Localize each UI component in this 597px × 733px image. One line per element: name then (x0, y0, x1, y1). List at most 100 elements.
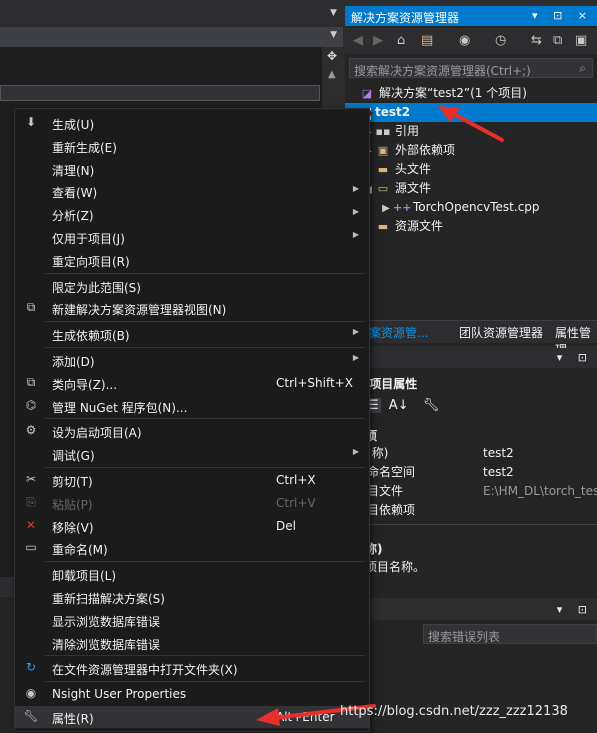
menu-item-3[interactable]: 查看(W) ▶ (15, 180, 369, 202)
menu-item-13[interactable]: 添加(D) ▶ (15, 349, 369, 371)
solution-search-input[interactable]: 搜索解决方案资源管理器(Ctrl+;) ⌕ (349, 58, 593, 78)
menu-item-4[interactable]: 分析(Z) ▶ (15, 203, 369, 225)
pending-changes-icon[interactable]: ⇆ (531, 33, 542, 48)
menu-item-label: 移除(V) (52, 520, 94, 535)
tree-item-cpp-file[interactable]: ▶ ++ TorchOpencvTest.cpp (379, 198, 539, 218)
property-row[interactable]: 项目依赖项 (345, 501, 597, 520)
menu-item-28[interactable]: 清除浏览数据库错误 (15, 632, 369, 654)
submenu-arrow-icon: ▶ (352, 230, 359, 239)
alphabetical-icon[interactable]: A↓ (389, 398, 409, 413)
menu-item-label: 生成依赖项(B) (52, 329, 130, 344)
home-icon[interactable]: ⌂ (397, 33, 405, 48)
switch-views-icon[interactable]: ▤ (421, 33, 433, 48)
submenu-arrow-icon: ▶ (352, 184, 359, 194)
menu-item-30[interactable]: ↻ 在文件资源管理器中打开文件夹(X) (15, 657, 369, 679)
menu-item-label: 属性(R) (52, 712, 94, 726)
menu-item-23[interactable]: ▭ 重命名(M) (15, 537, 369, 559)
scroll-up-icon[interactable]: ▲ (328, 69, 336, 80)
panel-window-icons[interactable]: ▾ ⊡ (557, 351, 593, 364)
menu-item-9[interactable]: ⧉ 新建解决方案资源管理器视图(N) (15, 297, 369, 319)
property-row[interactable]: (名称) test2 (345, 444, 597, 463)
editor-tab-bar: ▼ (0, 27, 343, 47)
menu-item-label: 重新生成(E) (52, 140, 117, 155)
solution-explorer-title-bar: 解决方案资源管理器 ▾ ⊡ × (345, 6, 597, 26)
menu-item-label: 调试(G) (52, 449, 95, 464)
menu-item-8[interactable]: 限定为此范围(S) (15, 275, 369, 297)
history-icon[interactable]: ◷ (495, 33, 506, 48)
property-value[interactable]: test2 (483, 444, 514, 463)
folder-open-icon: ▭ (377, 182, 389, 195)
tree-item-label: 头文件 (395, 162, 432, 176)
menu-item-shortcut: Ctrl+Shift+X (276, 375, 353, 390)
folder-icon: ▬ (377, 220, 389, 233)
tree-item-source-files[interactable]: ◢▭源文件 (361, 179, 431, 198)
menu-item-shortcut: Ctrl+X (276, 473, 316, 487)
error-list-title-bar: ▾ ⊡ (345, 600, 597, 620)
folder-icon: ▬ (377, 163, 389, 176)
new-view-icon: ⧉ (26, 300, 36, 315)
show-all-files-icon[interactable]: ▣ (575, 33, 587, 48)
title-strip (0, 0, 343, 27)
panel-title: 解决方案资源管理器 (351, 11, 460, 25)
search-icon[interactable]: ⌕ (579, 61, 586, 76)
menu-item-20[interactable]: ✂ 剪切(T) Ctrl+X (15, 469, 369, 491)
tree-item-label: 解决方案“test2”(1 个项目) (379, 86, 527, 100)
build-icon: ⬇ (25, 115, 37, 129)
menu-item-22[interactable]: ✕ 移除(V) Del (15, 515, 369, 537)
menu-item-label: 清理(N) (52, 163, 95, 178)
error-search-input[interactable]: 搜索错误列表 (423, 624, 597, 644)
menu-separator (45, 681, 365, 683)
property-row[interactable]: 根命名空间 test2 (345, 463, 597, 482)
menu-item-18[interactable]: 调试(G) ▶ (15, 443, 369, 465)
solution-explorer-panel: 解决方案资源管理器 ▾ ⊡ × ◀ ▶ ⌂ ▤ ◉ ◷ ⇆ ⧉ ▣ 搜索解决方案… (345, 6, 597, 346)
menu-item-1[interactable]: 重新生成(E) (15, 135, 369, 157)
property-row[interactable]: 项目文件 E:\HM_DL\torch_tes (345, 482, 597, 501)
menu-item-label: Nsight User Properties (52, 687, 187, 702)
menu-item-0[interactable]: ⬇ 生成(U) (15, 112, 369, 134)
panel-window-icons[interactable]: ▾ ⊡ × (532, 9, 593, 22)
arrow-shaft (448, 110, 504, 142)
tab-team-explorer[interactable]: 团队资源管理器 (459, 324, 543, 341)
menu-item-27[interactable]: 显示浏览数据库错误 (15, 609, 369, 631)
collapse-all-icon[interactable]: ⧉ (553, 33, 562, 48)
menu-separator (45, 321, 365, 323)
submenu-arrow-icon: ▶ (352, 207, 359, 217)
expand-arrow-icon[interactable]: ▶ (379, 199, 393, 218)
tree-item-label: test2 (375, 105, 411, 119)
solution-explorer-toolbar: ◀ ▶ ⌂ ▤ ◉ ◷ ⇆ ⧉ ▣ (345, 28, 597, 54)
scissors-icon: ✂ (25, 472, 37, 486)
split-icon[interactable]: ✥ (327, 49, 337, 63)
menu-item-6[interactable]: 重定向项目(R) (15, 249, 369, 271)
dropdown-arrow-icon[interactable]: ▼ (330, 8, 337, 18)
menu-item-2[interactable]: 清理(N) (15, 158, 369, 180)
tree-item-label: 源文件 (395, 181, 432, 195)
tree-item-header-files[interactable]: ▬ 头文件 (361, 160, 431, 179)
menu-item-14[interactable]: ⧉ 类向导(Z)... Ctrl+Shift+X (15, 372, 369, 394)
editor-navigation-bar[interactable] (0, 85, 320, 101)
menu-item-label: 仅用于项目(J) (52, 232, 125, 246)
menu-item-17[interactable]: ⚙ 设为启动项目(A) (15, 420, 369, 442)
forward-icon[interactable]: ▶ (373, 33, 383, 48)
menu-item-26[interactable]: 重新扫描解决方案(S) (15, 586, 369, 608)
panel-window-icons[interactable]: ▾ ⊡ (557, 603, 593, 616)
dropdown-arrow-icon[interactable]: ▼ (330, 30, 337, 40)
menu-item-15[interactable]: ⌬ 管理 NuGet 程序包(N)... (15, 395, 369, 417)
menu-item-5[interactable]: 仅用于项目(J) ▶ (15, 226, 369, 248)
property-value[interactable]: test2 (483, 463, 514, 482)
tree-item-resource-files[interactable]: ▬ 资源文件 (361, 217, 443, 236)
sync-icon[interactable]: ◉ (459, 33, 470, 48)
menu-item-label: 查看(W) (52, 186, 98, 201)
menu-separator (45, 467, 365, 468)
references-icon: ▪▪ (375, 125, 391, 138)
menu-item-label: 限定为此范围(S) (52, 280, 141, 295)
properties-panel: 性 ▾ ⊡ t2 项目属性 ☰ A↓ 🔧︎ 杂项 (名称) test2 根命名空… (345, 348, 597, 598)
wrench-icon[interactable]: 🔧︎ (423, 398, 440, 413)
menu-item-11[interactable]: 生成依赖项(B) ▶ (15, 323, 369, 345)
context-menu: ⬇ 生成(U) 重新生成(E) 清理(N) 查看(W) ▶ 分析(Z) ▶ 仅用于项目(J) ▶ 重… (14, 108, 370, 732)
property-value[interactable]: E:\HM_DL\torch_tes (483, 482, 597, 501)
menu-item-label: 重新扫描解决方案(S) (52, 592, 165, 606)
back-icon[interactable]: ◀ (353, 33, 363, 48)
menu-item-label: 粘贴(P) (52, 497, 93, 512)
menu-item-25[interactable]: 卸载项目(L) (15, 563, 369, 585)
remove-icon: ✕ (25, 517, 37, 532)
